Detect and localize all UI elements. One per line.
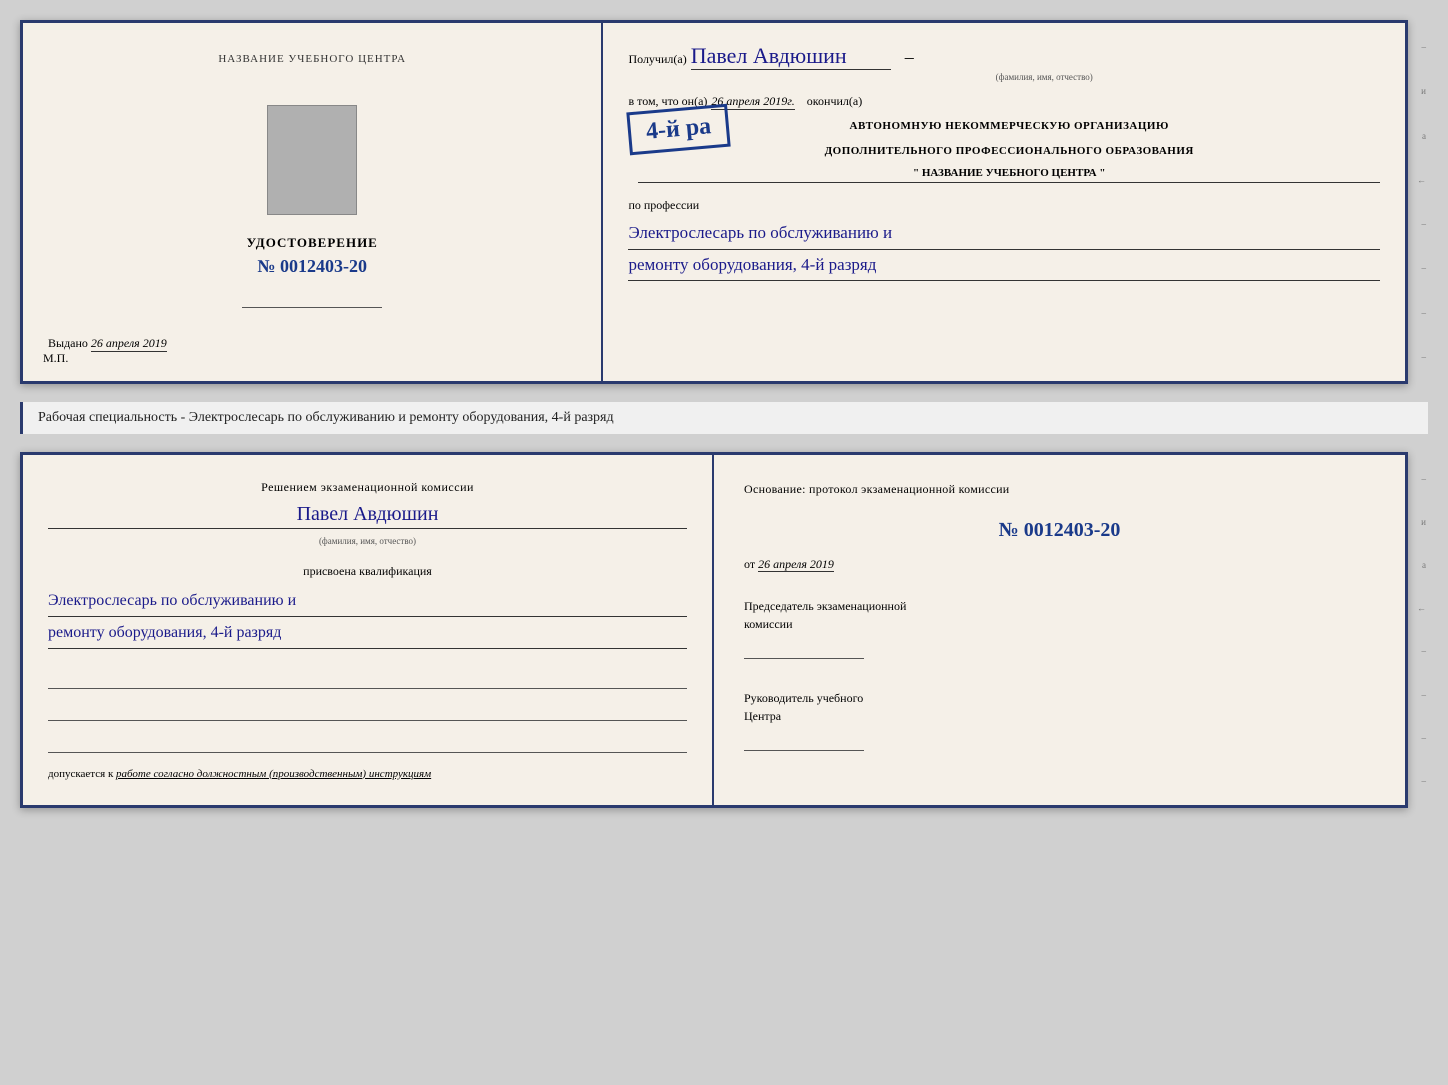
vtom-block: в том, что он(а) 26 апреля 2019г. окончи… <box>628 92 1380 110</box>
top-left-panel: НАЗВАНИЕ УЧЕБНОГО ЦЕНТРА УДОСТОВЕРЕНИЕ №… <box>23 23 603 381</box>
po-professii-label: по профессии <box>628 198 1380 213</box>
doc-number: № 0012403-20 <box>257 256 367 277</box>
number-prefix: № <box>257 256 275 276</box>
sig-line-3 <box>48 733 687 753</box>
ot-date: 26 апреля 2019 <box>758 557 834 572</box>
qual-line1: Электрослесарь по обслуживанию и <box>48 587 687 617</box>
predsedatel-line1: Председатель экзаменационной <box>744 597 1375 615</box>
org-line2: ДОПОЛНИТЕЛЬНОГО ПРОФЕССИОНАЛЬНОГО ОБРАЗО… <box>638 143 1380 160</box>
prisvoena-text: присвоена квалификация <box>48 564 687 579</box>
rukovoditel-line2: Центра <box>744 707 1375 725</box>
predsedatel-sig-line <box>744 641 864 659</box>
issued-date: 26 апреля 2019 <box>91 336 167 352</box>
ot-prefix: от <box>744 557 755 571</box>
received-prefix: Получил(а) <box>628 52 686 66</box>
issued-prefix: Выдано <box>48 336 88 350</box>
number-value: 0012403-20 <box>280 256 367 276</box>
signature-lines <box>48 669 687 753</box>
dopuskaetsya-block: допускается к работе согласно должностны… <box>48 768 687 780</box>
rukovoditel-line1: Руководитель учебного <box>744 689 1375 707</box>
rukovoditel-block: Руководитель учебного Центра <box>744 689 1375 751</box>
dopuskaetsya-text: работе согласно должностным (производств… <box>116 768 431 780</box>
okonchil: окончил(а) <box>807 94 862 108</box>
profession-line2: ремонту оборудования, 4-й разряд <box>628 250 1380 282</box>
profession-line1: Электрослесарь по обслуживанию и <box>628 218 1380 250</box>
middle-specialty-text: Рабочая специальность - Электрослесарь п… <box>20 402 1428 434</box>
bottom-right-spine-labels: – и а ← – – – – <box>1408 452 1428 808</box>
bottom-right-panel: Основание: протокол экзаменационной коми… <box>714 455 1405 805</box>
sig-line-2 <box>48 701 687 721</box>
fio-label-bottom: (фамилия, имя, отчество) <box>319 536 416 546</box>
predsedatel-line2: комиссии <box>744 615 1375 633</box>
protocol-number-block: № 0012403-20 <box>744 519 1375 542</box>
ot-date-block: от 26 апреля 2019 <box>744 557 1375 572</box>
recipient-name: Павел Авдюшин <box>691 43 891 70</box>
bottom-left-panel: Решением экзаменационной комиссии Павел … <box>23 455 714 805</box>
qual-line2: ремонту оборудования, 4-й разряд <box>48 619 687 649</box>
osnovanie-text: Основание: протокол экзаменационной коми… <box>744 480 1375 499</box>
protocol-number: 0012403-20 <box>1024 519 1121 541</box>
bottom-name: Павел Авдюшин <box>297 503 439 525</box>
dash: – <box>905 47 914 67</box>
issued-line: Выдано 26 апреля 2019 <box>48 336 167 351</box>
resheniem-title: Решением экзаменационной комиссии <box>48 480 687 495</box>
fio-label-top: (фамилия, имя, отчество) <box>708 72 1380 82</box>
org-line1: АВТОНОМНУЮ НЕКОММЕРЧЕСКУЮ ОРГАНИЗАЦИЮ <box>638 118 1380 135</box>
rukovoditel-sig-line <box>744 733 864 751</box>
sig-line-1 <box>48 669 687 689</box>
mp-label: М.П. <box>43 351 68 366</box>
predsedatel-block: Председатель экзаменационной комиссии <box>744 597 1375 659</box>
profession-block: по профессии Электрослесарь по обслужива… <box>628 198 1380 281</box>
photo-placeholder <box>267 105 357 215</box>
udostoverenie-label: УДОСТОВЕРЕНИЕ <box>247 235 378 251</box>
org-name: " НАЗВАНИЕ УЧЕБНОГО ЦЕНТРА " <box>638 167 1380 183</box>
rank-stamp: 4-й ра <box>627 104 732 156</box>
dopuskaetsya-prefix: допускается к <box>48 768 113 780</box>
right-spine-labels: – и а ← – – – – <box>1408 20 1428 384</box>
training-center-title: НАЗВАНИЕ УЧЕБНОГО ЦЕНТРА <box>218 53 406 65</box>
received-block: Получил(а) Павел Авдюшин – (фамилия, имя… <box>628 43 1380 82</box>
protocol-prefix: № <box>999 519 1019 541</box>
top-right-panel: Получил(а) Павел Авдюшин – (фамилия, имя… <box>603 23 1405 381</box>
